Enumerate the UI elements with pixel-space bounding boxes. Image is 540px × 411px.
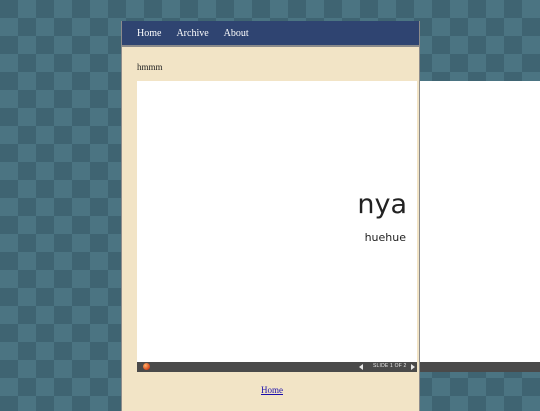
- top-nav: Home Archive About: [122, 21, 419, 47]
- nav-home-link[interactable]: Home: [137, 28, 161, 39]
- footer-home-link[interactable]: Home: [261, 385, 283, 395]
- nav-archive-link[interactable]: Archive: [176, 28, 208, 39]
- slide-title: nya: [357, 189, 407, 220]
- nav-about-link[interactable]: About: [224, 28, 249, 39]
- slideshow-controls: SLIDE 1 OF 2: [137, 362, 417, 372]
- post-caption: hmmm: [137, 62, 163, 72]
- slideshow-controls-extension: [420, 362, 540, 372]
- slideshow-frame[interactable]: nya huehue: [137, 81, 417, 362]
- slide-counter: SLIDE 1 OF 2: [373, 363, 407, 369]
- slide-subtitle: huehue: [364, 231, 406, 244]
- previous-slide-icon[interactable]: [359, 364, 363, 370]
- presentation-logo-icon[interactable]: [143, 363, 150, 370]
- next-slide-icon[interactable]: [411, 364, 415, 370]
- next-slide-frame: [420, 81, 540, 362]
